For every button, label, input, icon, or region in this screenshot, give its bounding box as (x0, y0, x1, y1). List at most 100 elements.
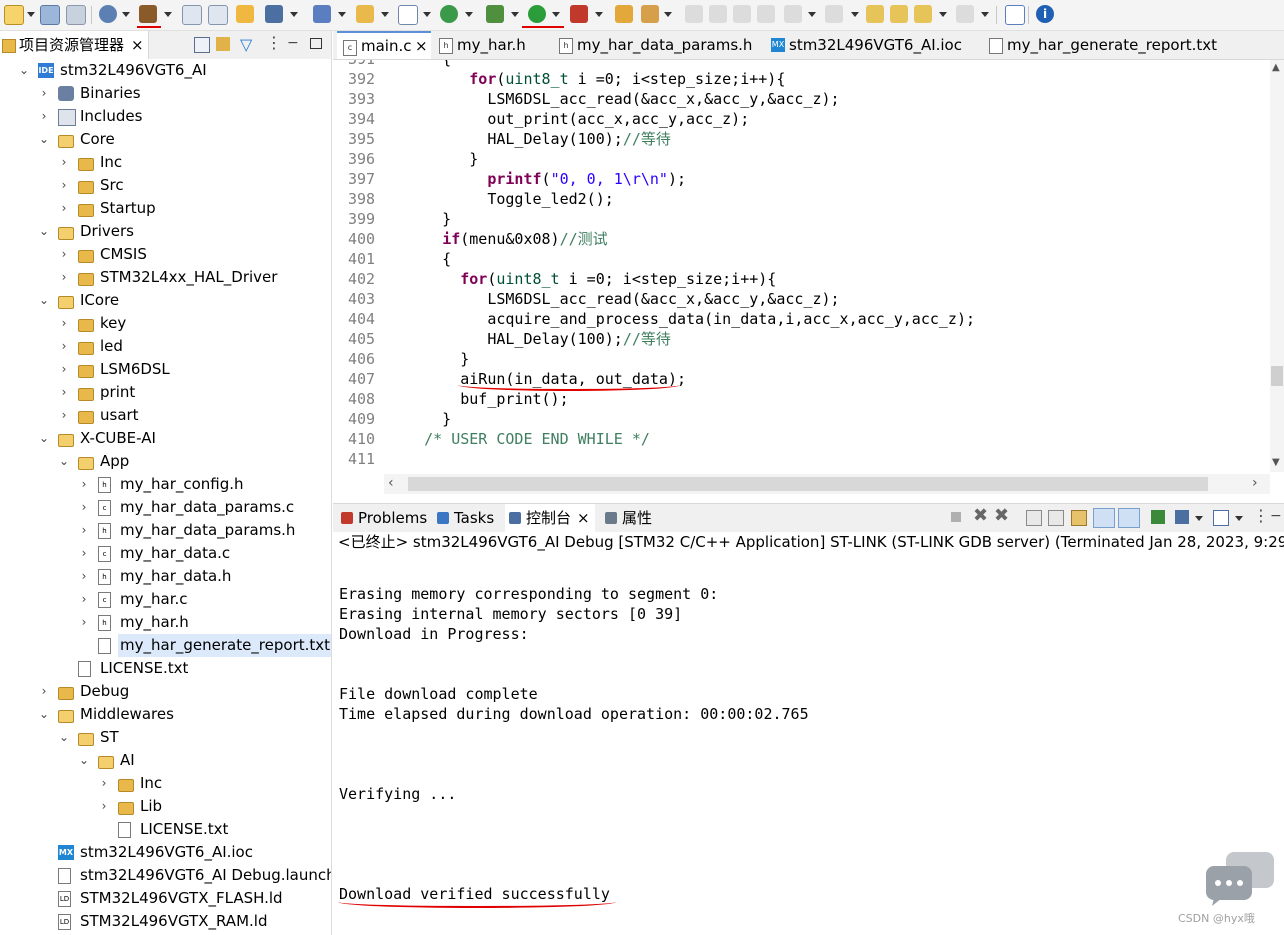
debug-dropdown-icon[interactable] (511, 12, 519, 17)
chevron-right-icon[interactable]: › (58, 381, 70, 404)
open-folder-dropdown-icon[interactable] (381, 12, 389, 17)
tree-item[interactable]: › h my_har_data_params.h (0, 519, 331, 542)
chevron-right-icon[interactable]: › (78, 542, 90, 565)
code-line[interactable]: 397 printf("0, 0, 1\r\n"); (338, 169, 1270, 189)
code-line[interactable]: 399 } (338, 209, 1270, 229)
tree-item[interactable]: › Src (0, 174, 331, 197)
new-dropdown-icon[interactable] (27, 12, 35, 17)
run-icon[interactable] (528, 5, 546, 23)
chevron-right-icon[interactable]: › (38, 105, 50, 128)
code-line[interactable]: 401 { (338, 249, 1270, 269)
new-class-icon[interactable] (440, 5, 458, 23)
tree-item[interactable]: LD STM32L496VGTX_FLASH.ld (0, 887, 331, 910)
debug-hand-icon[interactable] (236, 5, 254, 23)
console-tab[interactable]: 控制台 × (505, 504, 595, 532)
search-icon[interactable] (641, 5, 659, 23)
build-settings-dropdown-icon[interactable] (122, 12, 130, 17)
block-select-icon[interactable] (733, 5, 751, 23)
remove-all-icon[interactable]: ✖ (994, 505, 1009, 526)
display-console-dropdown-icon[interactable] (1195, 516, 1203, 521)
console-output[interactable]: Erasing memory corresponding to segment … (338, 554, 1268, 935)
editor-hscroll-thumb[interactable] (408, 477, 1208, 491)
chevron-right-icon[interactable]: › (78, 496, 90, 519)
chevron-right-icon[interactable]: › (58, 404, 70, 427)
tab-project-explorer[interactable]: 项目资源管理器 × (0, 31, 149, 59)
tree-item[interactable]: › c my_har_data_params.c (0, 496, 331, 519)
show-on-output-icon[interactable] (1093, 508, 1115, 528)
editor-tab[interactable]: my_har_generate_report.txt (983, 31, 1283, 59)
tree-item[interactable]: › Inc (0, 151, 331, 174)
chevron-right-icon[interactable]: › (98, 795, 110, 818)
code-line[interactable]: 410 /* USER CODE END WHILE */ (338, 429, 1270, 449)
code-line[interactable]: 408 buf_print(); (338, 389, 1270, 409)
code-editor[interactable]: 391 {392 for(uint8_t i =0; i<step_size;i… (338, 60, 1270, 472)
code-line[interactable]: 396 } (338, 149, 1270, 169)
editor-tab[interactable]: h my_har.h (433, 31, 551, 59)
tree-item[interactable]: ⌄ Drivers (0, 220, 331, 243)
tree-item[interactable]: › LSM6DSL (0, 358, 331, 381)
editor-horizontal-scrollbar[interactable]: ‹ › (384, 474, 1270, 494)
tree-item[interactable]: › c my_har_data.c (0, 542, 331, 565)
forward-edit-icon[interactable] (890, 5, 908, 23)
new-console-icon[interactable] (1213, 510, 1229, 526)
new-project-dropdown-icon[interactable] (338, 12, 346, 17)
chevron-down-icon[interactable]: ⌄ (58, 726, 70, 749)
chevron-right-icon[interactable]: › (58, 358, 70, 381)
chevron-down-icon[interactable]: ⌄ (58, 450, 70, 473)
chevron-right-icon[interactable]: › (98, 772, 110, 795)
external-run-dropdown-icon[interactable] (595, 12, 603, 17)
chevron-right-icon[interactable]: › (58, 335, 70, 358)
chevron-right-icon[interactable]: › (78, 519, 90, 542)
close-icon[interactable]: × (577, 504, 590, 532)
forward-dropdown-icon[interactable] (981, 12, 989, 17)
chevron-right-icon[interactable]: › (78, 611, 90, 634)
new-console-dropdown-icon[interactable] (1235, 516, 1243, 521)
toggle-mark-icon[interactable] (685, 5, 703, 23)
code-line[interactable]: 411 (338, 449, 1270, 469)
scroll-left-icon[interactable]: ‹ (388, 475, 394, 491)
chevron-right-icon[interactable]: › (58, 151, 70, 174)
tree-item[interactable]: ⌄ ST (0, 726, 331, 749)
tree-item[interactable]: › h my_har_data.h (0, 565, 331, 588)
code-line[interactable]: 393 LSM6DSL_acc_read(&acc_x,&acc_y,&acc_… (338, 89, 1270, 109)
editor-tab[interactable]: c main.c × (337, 31, 431, 59)
back-dropdown-icon[interactable] (939, 12, 947, 17)
tree-item[interactable]: › led (0, 335, 331, 358)
tree-item[interactable]: › h my_har.h (0, 611, 331, 634)
chevron-right-icon[interactable]: › (78, 565, 90, 588)
chevron-right-icon[interactable]: › (78, 473, 90, 496)
scroll-down-icon[interactable]: ▼ (1272, 457, 1280, 468)
scroll-right-icon[interactable]: › (1252, 475, 1258, 491)
new-source-icon[interactable] (398, 5, 418, 25)
tree-item[interactable]: › h my_har_config.h (0, 473, 331, 496)
chevron-down-icon[interactable]: ⌄ (18, 59, 30, 82)
tree-item[interactable]: › Debug (0, 680, 331, 703)
code-line[interactable]: 409 } (338, 409, 1270, 429)
last-edit-icon[interactable] (866, 5, 884, 23)
tree-item[interactable]: ⌄ Core (0, 128, 331, 151)
binary-icon[interactable] (182, 5, 202, 25)
console-view-menu-icon[interactable]: ⋮ (1253, 506, 1269, 525)
code-line[interactable]: 403 LSM6DSL_acc_read(&acc_x,&acc_y,&acc_… (338, 289, 1270, 309)
tree-item[interactable]: LICENSE.txt (0, 818, 331, 841)
show-whitespace-icon[interactable] (757, 5, 775, 23)
new-source-dropdown-icon[interactable] (423, 12, 431, 17)
close-icon[interactable]: × (415, 33, 428, 59)
tree-item[interactable]: › STM32L4xx_HAL_Driver (0, 266, 331, 289)
tree-item[interactable]: › CMSIS (0, 243, 331, 266)
tree-item[interactable]: › print (0, 381, 331, 404)
console-tab[interactable]: 属性 (601, 504, 671, 532)
show-on-error-icon[interactable] (1118, 508, 1140, 528)
editor-scroll-thumb[interactable] (1271, 366, 1283, 386)
console-tab[interactable]: Tasks (433, 504, 503, 532)
open-perspective-icon[interactable] (1005, 5, 1025, 25)
minimize-icon[interactable]: − (287, 35, 299, 51)
open-console-icon[interactable] (1151, 510, 1165, 524)
chevron-down-icon[interactable]: ⌄ (38, 427, 50, 450)
collapse-all-icon[interactable] (194, 37, 210, 53)
tree-item[interactable]: ⌄ AI (0, 749, 331, 772)
code-line[interactable]: 405 HAL_Delay(100);//等待 (338, 329, 1270, 349)
editor-tab[interactable]: h my_har_data_params.h (553, 31, 763, 59)
tree-item[interactable]: ⌄ IDE stm32L496VGT6_AI (0, 59, 331, 82)
code-line[interactable]: 406 } (338, 349, 1270, 369)
